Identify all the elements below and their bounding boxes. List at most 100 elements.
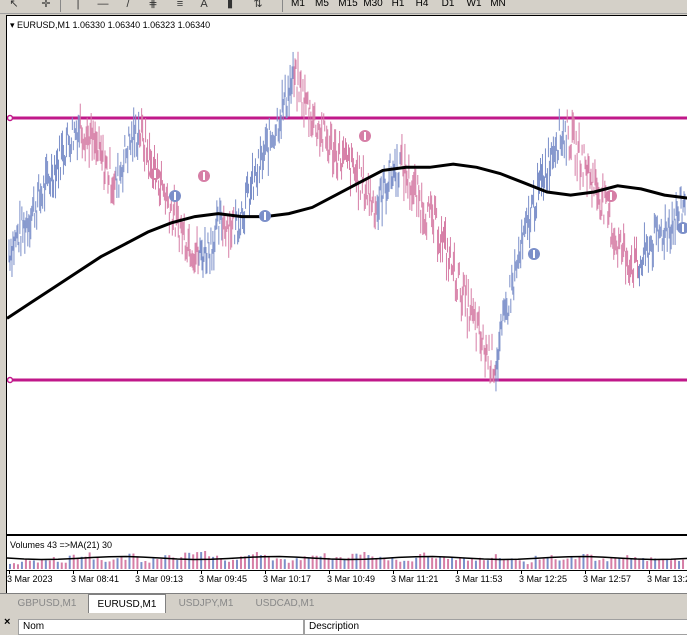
- tab-usdjpy[interactable]: USDJPY,M1: [168, 596, 244, 612]
- time-tick-label: 3 Mar 13:29: [647, 574, 687, 584]
- volume-bar: [68, 555, 71, 569]
- timeframe-h1[interactable]: H1: [390, 0, 406, 11]
- volume-bar: [566, 558, 569, 569]
- volume-bar: [610, 557, 613, 569]
- volume-bar: [76, 557, 79, 569]
- volume-bar: [176, 560, 179, 569]
- volume-bar: [518, 560, 521, 569]
- time-tick-label: 3 Mar 08:41: [71, 574, 120, 584]
- tab-gbpusd[interactable]: GBPUSD,M1: [8, 596, 86, 612]
- volume-bar: [546, 557, 549, 569]
- vertical-line-icon[interactable]: |: [70, 0, 86, 12]
- volume-bar: [287, 562, 290, 569]
- volume-bar: [658, 559, 661, 569]
- time-tick-mark: [9, 571, 10, 574]
- timeframe-m15[interactable]: M15: [337, 0, 359, 11]
- volume-bar: [216, 555, 219, 569]
- volume-bar: [530, 562, 533, 569]
- volume-bar: [152, 558, 155, 569]
- timeframe-m1[interactable]: M1: [290, 0, 306, 11]
- volume-bar: [451, 557, 454, 569]
- volume-bar: [526, 564, 529, 569]
- trendline-icon[interactable]: /: [120, 0, 136, 12]
- volume-bar: [20, 561, 23, 569]
- volume-bar: [279, 559, 282, 569]
- text-icon[interactable]: A: [196, 0, 212, 12]
- volume-bar: [136, 556, 139, 569]
- volume-bar: [9, 563, 11, 569]
- cursor-icon[interactable]: ↖: [6, 0, 22, 12]
- signal-marker-glyph: [610, 192, 612, 200]
- volume-bar: [192, 554, 195, 569]
- time-tick-mark: [521, 571, 522, 574]
- channel-icon[interactable]: ⋕: [145, 0, 161, 12]
- time-tick-label: 3 Mar 2023: [7, 574, 53, 584]
- volume-bar: [100, 560, 103, 569]
- volume-bar: [351, 553, 354, 569]
- volume-bar: [56, 561, 59, 569]
- volume-bar: [391, 558, 394, 569]
- volume-bar: [196, 552, 199, 569]
- terminal-panel: × Nom Description: [0, 613, 687, 635]
- column-header-description[interactable]: Description: [304, 619, 687, 635]
- volume-bar: [307, 557, 310, 569]
- close-icon[interactable]: ×: [4, 616, 10, 628]
- timeframe-m30[interactable]: M30: [362, 0, 384, 11]
- volume-bar: [228, 561, 231, 569]
- time-tick-label: 3 Mar 10:17: [263, 574, 312, 584]
- volume-bar: [120, 556, 123, 569]
- volume-bar: [387, 560, 390, 569]
- signal-marker-glyph: [364, 132, 366, 140]
- horizontal-line-icon[interactable]: —: [95, 0, 111, 12]
- volume-bar: [184, 552, 187, 569]
- volume-bar: [28, 560, 31, 569]
- volume-bar: [112, 559, 115, 569]
- volume-bar: [331, 558, 334, 569]
- volume-bar: [48, 560, 51, 569]
- timeframe-w1[interactable]: W1: [465, 0, 483, 11]
- volume-bar: [435, 558, 438, 569]
- volume-bar: [606, 561, 609, 569]
- volume-bar: [104, 561, 107, 569]
- level-handle: [7, 114, 14, 122]
- chart-window[interactable]: ▾ EURUSD,M1 1.06330 1.06340 1.06323 1.06…: [6, 15, 687, 593]
- timeframe-d1[interactable]: D1: [440, 0, 456, 11]
- volume-bar: [666, 559, 669, 569]
- volume-bar: [662, 559, 665, 569]
- volume-bar: [323, 553, 326, 569]
- volume-bar: [299, 560, 302, 569]
- time-tick-mark: [585, 571, 586, 574]
- volume-bar: [359, 554, 362, 569]
- crosshair-icon[interactable]: ✛: [38, 0, 54, 12]
- timeframe-mn[interactable]: MN: [488, 0, 508, 11]
- volume-bar: [466, 560, 469, 569]
- timeframe-m5[interactable]: M5: [314, 0, 330, 11]
- volume-bar: [602, 558, 605, 569]
- volume-bar: [395, 559, 398, 569]
- signal-marker-glyph: [533, 250, 535, 258]
- label-icon[interactable]: ▮: [222, 0, 238, 12]
- volume-bar: [678, 561, 681, 569]
- volume-bar: [562, 559, 565, 569]
- time-tick-mark: [329, 571, 330, 574]
- volume-bar: [403, 560, 406, 569]
- volume-bar: [578, 556, 581, 569]
- tab-usdcad[interactable]: USDCAD,M1: [246, 596, 324, 612]
- arrows-icon[interactable]: ⇅: [250, 0, 266, 12]
- tab-eurusd[interactable]: EURUSD,M1: [88, 594, 166, 614]
- price-chart[interactable]: [7, 16, 687, 534]
- volume-bar: [674, 558, 677, 569]
- volume-bar: [235, 559, 238, 569]
- time-tick-label: 3 Mar 09:45: [199, 574, 248, 584]
- volume-bar: [220, 558, 223, 569]
- volume-bar: [594, 560, 597, 569]
- column-header-name[interactable]: Nom: [18, 619, 304, 635]
- volume-bar: [638, 558, 641, 569]
- chart-tabs: GBPUSD,M1 EURUSD,M1 USDJPY,M1 USDCAD,M1: [0, 593, 687, 614]
- volume-bar: [124, 559, 127, 569]
- volume-bar: [538, 559, 541, 569]
- volume-bar: [188, 552, 191, 569]
- volume-bar: [598, 560, 601, 569]
- fibonacci-icon[interactable]: ≡: [172, 0, 188, 12]
- timeframe-h4[interactable]: H4: [414, 0, 430, 11]
